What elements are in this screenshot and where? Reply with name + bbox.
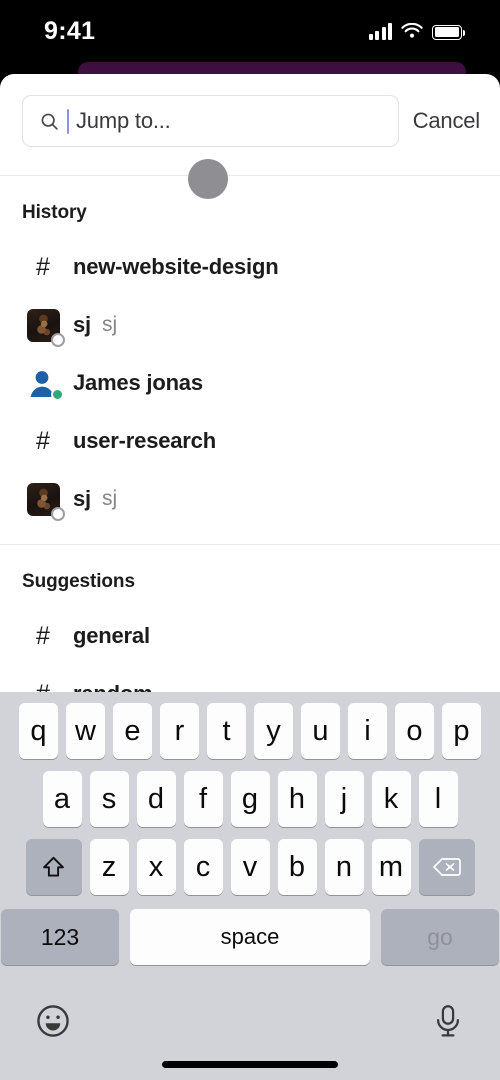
status-bar-time: 9:41 bbox=[44, 16, 96, 45]
hash-icon: # bbox=[36, 426, 50, 455]
go-key[interactable]: go bbox=[381, 909, 499, 965]
keyboard-row-4: 123 space go bbox=[0, 909, 500, 965]
key-s[interactable]: s bbox=[89, 771, 129, 827]
list-item[interactable]: # general bbox=[0, 607, 500, 665]
emoji-icon[interactable] bbox=[34, 1002, 72, 1040]
key-p[interactable]: p bbox=[442, 703, 481, 759]
home-indicator bbox=[162, 1061, 338, 1068]
backspace-icon[interactable] bbox=[418, 839, 475, 895]
key-r[interactable]: r bbox=[160, 703, 199, 759]
person-name: James jonas bbox=[73, 370, 203, 395]
keyboard-row-1: q w e r t y u i o p bbox=[0, 703, 500, 759]
keyboard-row-2: a s d f g h j k l bbox=[0, 771, 500, 827]
key-m[interactable]: m bbox=[371, 839, 411, 895]
key-y[interactable]: y bbox=[254, 703, 293, 759]
list-item[interactable]: # user-research bbox=[0, 412, 500, 470]
status-bar-indicators bbox=[368, 22, 466, 40]
key-j[interactable]: j bbox=[324, 771, 364, 827]
on-screen-keyboard[interactable]: q w e r t y u i o p a s d f g h j k l z … bbox=[0, 692, 500, 1080]
key-k[interactable]: k bbox=[371, 771, 411, 827]
presence-away-badge bbox=[50, 506, 65, 521]
key-a[interactable]: a bbox=[42, 771, 82, 827]
key-h[interactable]: h bbox=[277, 771, 317, 827]
shift-icon bbox=[43, 856, 64, 877]
presence-active-badge bbox=[50, 387, 64, 401]
key-i[interactable]: i bbox=[348, 703, 387, 759]
search-placeholder: Jump to... bbox=[76, 108, 171, 133]
key-g[interactable]: g bbox=[230, 771, 270, 827]
key-n[interactable]: n bbox=[324, 839, 364, 895]
key-t[interactable]: t bbox=[207, 703, 246, 759]
search-input[interactable]: Jump to... bbox=[22, 95, 399, 147]
phone-screen: 9:41 Jump to... Cancel History # new-web… bbox=[0, 0, 500, 1080]
list-item[interactable]: sj sj bbox=[0, 296, 500, 354]
section-header-history: History bbox=[22, 202, 87, 223]
key-b[interactable]: b bbox=[277, 839, 317, 895]
list-item[interactable]: sj sj bbox=[0, 470, 500, 528]
hash-icon: # bbox=[36, 621, 50, 650]
wifi-icon bbox=[401, 22, 423, 38]
key-w[interactable]: w bbox=[66, 703, 105, 759]
channel-name: general bbox=[73, 623, 150, 648]
person-glyph-icon bbox=[22, 367, 64, 401]
status-bar: 9:41 bbox=[0, 0, 500, 62]
text-cursor bbox=[67, 108, 69, 134]
person-handle: sj bbox=[101, 487, 118, 510]
avatar bbox=[22, 308, 65, 347]
space-key[interactable]: space bbox=[130, 909, 370, 965]
search-bar: Jump to... Cancel bbox=[0, 74, 500, 167]
list-item[interactable]: James jonas bbox=[0, 354, 500, 412]
signal-bars-icon bbox=[368, 22, 392, 40]
channel-name: user-research bbox=[73, 428, 216, 453]
list-item[interactable]: # new-website-design bbox=[0, 238, 500, 296]
keyboard-row-3: z x c v b n m bbox=[0, 839, 500, 895]
key-f[interactable]: f bbox=[183, 771, 223, 827]
backspace-icon bbox=[432, 858, 461, 876]
key-l[interactable]: l bbox=[418, 771, 458, 827]
person-name: sj bbox=[73, 312, 91, 337]
key-e[interactable]: e bbox=[113, 703, 152, 759]
key-q[interactable]: q bbox=[19, 703, 58, 759]
key-v[interactable]: v bbox=[230, 839, 270, 895]
channel-name: new-website-design bbox=[73, 254, 279, 279]
key-z[interactable]: z bbox=[89, 839, 129, 895]
presence-away-badge bbox=[50, 332, 65, 347]
person-name: sj bbox=[73, 486, 91, 511]
key-c[interactable]: c bbox=[183, 839, 223, 895]
battery-icon bbox=[432, 24, 466, 40]
key-o[interactable]: o bbox=[395, 703, 434, 759]
search-icon bbox=[41, 113, 58, 130]
avatar bbox=[22, 482, 65, 521]
key-u[interactable]: u bbox=[301, 703, 340, 759]
search-results-list[interactable]: History # new-website-design sj sj James… bbox=[0, 176, 500, 766]
numbers-key[interactable]: 123 bbox=[1, 909, 119, 965]
shift-icon[interactable] bbox=[25, 839, 82, 895]
key-d[interactable]: d bbox=[136, 771, 176, 827]
microphone-icon[interactable] bbox=[430, 1002, 466, 1040]
person-handle: sj bbox=[101, 313, 118, 336]
key-x[interactable]: x bbox=[136, 839, 176, 895]
section-header-suggestions: Suggestions bbox=[22, 571, 135, 592]
cancel-button[interactable]: Cancel bbox=[413, 108, 480, 134]
hash-icon: # bbox=[36, 252, 50, 281]
